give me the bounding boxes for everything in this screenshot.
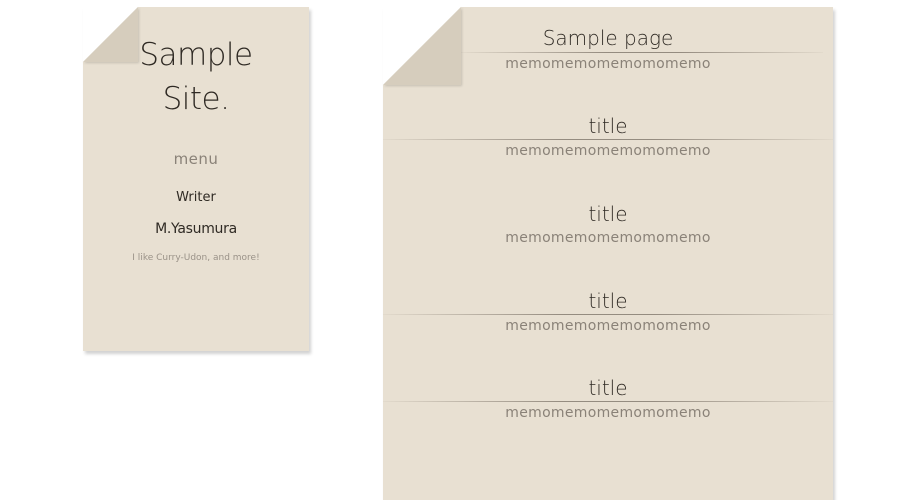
entry-title[interactable]: title (383, 376, 833, 400)
page-stage: Sample Site. menu Writer M.Yasumura I li… (0, 0, 900, 500)
writer-name: M.Yasumura (155, 221, 237, 237)
divider (461, 52, 823, 53)
divider (383, 139, 833, 140)
site-title-line2: Site. (162, 81, 230, 117)
main-page-card: Sample page memomemomemomomemo title mem… (383, 7, 833, 500)
entry-memo: memomemomemomomemo (505, 230, 711, 246)
divider (383, 401, 833, 402)
entry-title[interactable]: title (383, 202, 833, 226)
site-title[interactable]: Sample Site. (83, 33, 309, 121)
page-title: Sample page (542, 26, 674, 50)
writer-bio: I like Curry-Udon, and more! (132, 253, 260, 263)
sidebar-card: Sample Site. menu Writer M.Yasumura I li… (83, 7, 309, 351)
divider (383, 314, 833, 315)
site-title-line1: Sample (139, 37, 253, 73)
page-memo: memomemomemomomemo (505, 56, 711, 72)
writer-label: Writer (176, 190, 216, 205)
entry-memo: memomemomemomomemo (505, 318, 711, 334)
entry-title[interactable]: title (383, 289, 833, 313)
entry-memo: memomemomemomomemo (505, 143, 711, 159)
menu-link[interactable]: menu (83, 150, 309, 168)
entry-memo: memomemomemomomemo (505, 405, 711, 421)
entry-title[interactable]: title (383, 114, 833, 138)
